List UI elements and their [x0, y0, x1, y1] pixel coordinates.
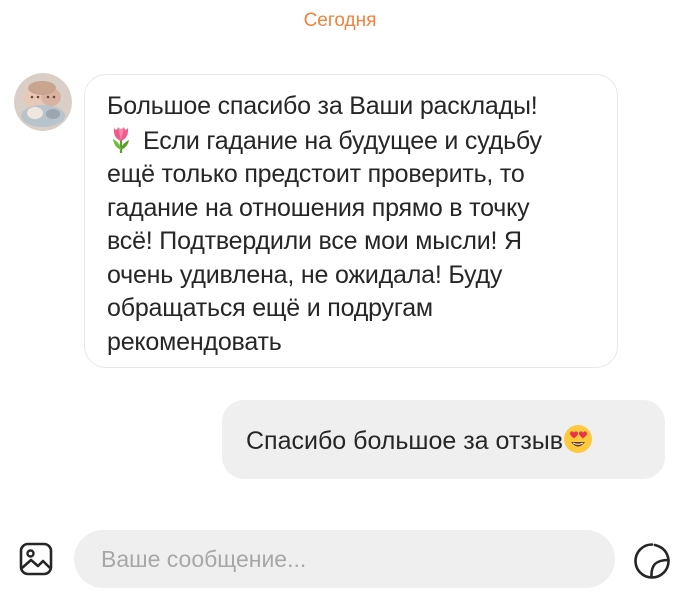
message-line: ещё только предстоит проверить, то [107, 160, 525, 188]
message-line: очень удивлена, не ожидала! Буду [107, 260, 503, 289]
message-line-with-emoji: Если гадание на будущее и судьбу [107, 124, 599, 159]
heart-eyes-emoji-icon [563, 424, 593, 454]
outgoing-message-text: Спасибо большое за отзыв [246, 427, 564, 455]
image-icon[interactable] [19, 542, 53, 576]
incoming-message-bubble[interactable]: Большое спасибо за Ваши расклады! Если г… [84, 74, 618, 368]
message-line: рекомендовать [107, 327, 282, 356]
outgoing-message-bubble[interactable]: Спасибо большое за отзыв [222, 400, 665, 479]
avatar[interactable] [14, 73, 72, 131]
sticker-icon[interactable] [633, 542, 671, 580]
message-line: всё! Подтвердили все мои мысли! Я [107, 227, 522, 255]
message-line: гадание на отношения прямо в точку [107, 193, 530, 222]
message-input[interactable] [74, 530, 615, 588]
chat-screen: Сегодня Большое спасибо за Ваши расклады… [0, 0, 680, 600]
tulip-emoji-icon [107, 124, 135, 154]
message-line-text: Если гадание на будущее и судьбу [143, 126, 542, 155]
message-line: обращаться ещё и подругам [107, 294, 433, 322]
message-line: Большое спасибо за Ваши расклады! [107, 92, 538, 120]
date-separator: Сегодня [303, 10, 377, 31]
